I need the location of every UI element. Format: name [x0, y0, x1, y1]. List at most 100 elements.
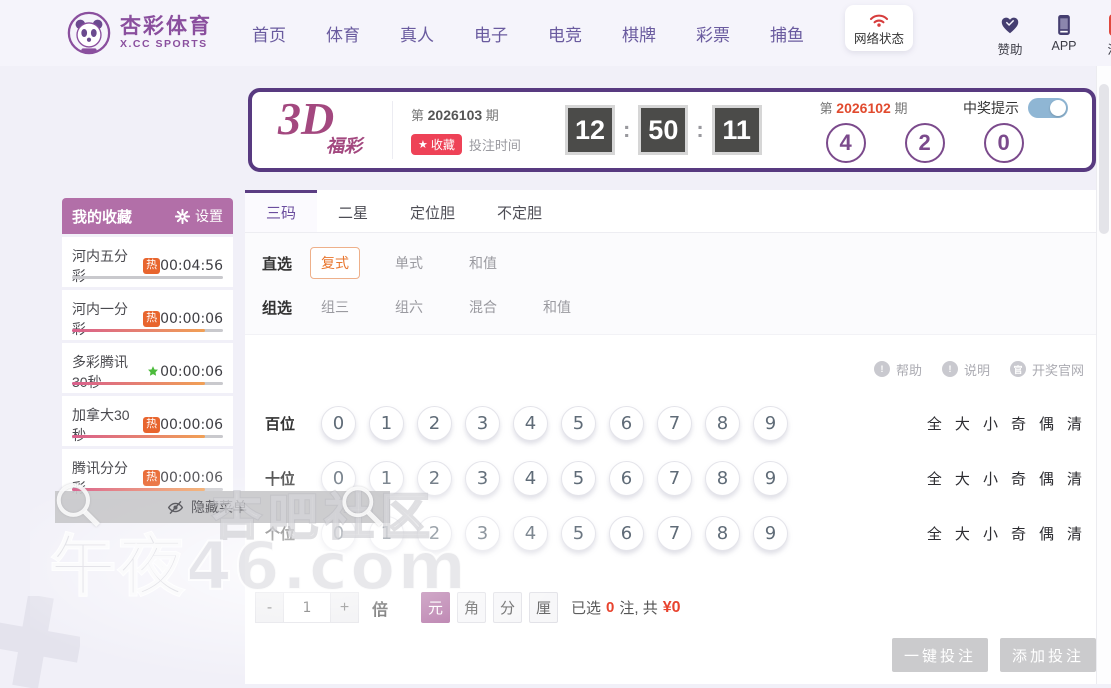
promo-button[interactable]: 活动 [1098, 14, 1111, 58]
nav-item-8[interactable]: 捕鱼 [770, 21, 804, 46]
countdown-minutes: 50 [638, 105, 688, 155]
win-tip-toggle[interactable] [1028, 98, 1068, 118]
brand[interactable]: 杏彩体育 X.CC SPORTS [66, 10, 212, 56]
tab-二星[interactable]: 二星 [317, 190, 389, 232]
favorite-badge[interactable]: ★ 收藏 [411, 134, 462, 155]
help-link-开奖官网[interactable]: 官开奖官网 [1010, 360, 1084, 379]
top-header: 杏彩体育 X.CC SPORTS 首页 体育 真人 电子 电竞 棋牌 彩票 捕鱼 网络状态 赞… [0, 0, 1111, 66]
lottery-name: 加拿大30秒 [72, 405, 138, 445]
digit-button-7[interactable]: 7 [657, 516, 692, 551]
lottery-game-logo: 3D 福彩 [270, 98, 388, 162]
quick-option-清[interactable]: 清 [1067, 468, 1082, 489]
nav-item-7[interactable]: 彩票 [696, 21, 730, 46]
digit-button-6[interactable]: 6 [609, 406, 644, 441]
unit-厘[interactable]: 厘 [529, 592, 558, 623]
quick-option-全[interactable]: 全 [927, 523, 942, 544]
tab-定位胆[interactable]: 定位胆 [389, 190, 476, 232]
lottery-item[interactable]: 加拿大30秒热00:00:06 [62, 396, 233, 446]
quick-option-清[interactable]: 清 [1067, 523, 1082, 544]
quick-option-小[interactable]: 小 [983, 413, 998, 434]
progress-bar [72, 382, 223, 385]
nav-item-3[interactable]: 真人 [400, 21, 434, 46]
nav-item-2[interactable]: 体育 [326, 21, 360, 46]
digit-button-3[interactable]: 3 [465, 516, 500, 551]
quick-option-小[interactable]: 小 [983, 468, 998, 489]
page-scrollbar[interactable] [1096, 66, 1111, 684]
digit-button-4[interactable]: 4 [513, 516, 548, 551]
quick-option-全[interactable]: 全 [927, 468, 942, 489]
digit-button-9[interactable]: 9 [753, 516, 788, 551]
digit-button-3[interactable]: 3 [465, 461, 500, 496]
hot-badge: 热 [143, 417, 160, 432]
option-和值[interactable]: 和值 [532, 291, 582, 323]
quick-option-大[interactable]: 大 [955, 413, 970, 434]
digit-button-6[interactable]: 6 [609, 461, 644, 496]
quick-option-大[interactable]: 大 [955, 468, 970, 489]
settings-button[interactable]: 设置 [175, 206, 223, 226]
quick-option-偶[interactable]: 偶 [1039, 523, 1054, 544]
digit-button-7[interactable]: 7 [657, 461, 692, 496]
digit-button-5[interactable]: 5 [561, 406, 596, 441]
option-和值[interactable]: 和值 [458, 247, 508, 279]
option-复式[interactable]: 复式 [310, 247, 360, 279]
network-status-button[interactable]: 网络状态 [845, 5, 913, 51]
digit-button-4[interactable]: 4 [513, 406, 548, 441]
scrollbar-thumb[interactable] [1099, 84, 1109, 234]
digit-button-8[interactable]: 8 [705, 406, 740, 441]
help-link-帮助[interactable]: !帮助 [874, 360, 922, 379]
digit-button-2[interactable]: 2 [417, 461, 452, 496]
multiplier-input[interactable] [284, 592, 330, 623]
option-组三[interactable]: 组三 [310, 291, 360, 323]
tab-不定胆[interactable]: 不定胆 [476, 190, 563, 232]
unit-元[interactable]: 元 [421, 592, 450, 623]
help-link-说明[interactable]: !说明 [942, 360, 990, 379]
quick-option-奇[interactable]: 奇 [1011, 523, 1026, 544]
sponsor-heart-icon [998, 14, 1022, 36]
unit-角[interactable]: 角 [457, 592, 486, 623]
hide-menu-bar[interactable]: 隐藏菜单 [55, 491, 390, 523]
multiplier-decrease-button[interactable]: - [255, 592, 284, 623]
quick-option-清[interactable]: 清 [1067, 413, 1082, 434]
multiplier-increase-button[interactable]: + [330, 592, 359, 623]
quick-option-偶[interactable]: 偶 [1039, 413, 1054, 434]
lottery-item[interactable]: 多彩腾讯30秒00:00:06 [62, 343, 233, 393]
quick-option-大[interactable]: 大 [955, 523, 970, 544]
lottery-item[interactable]: 河内五分彩热00:04:56 [62, 237, 233, 287]
digit-button-8[interactable]: 8 [705, 516, 740, 551]
promo-label: 活动 [1107, 39, 1111, 58]
logo-fucai-text: 福彩 [326, 132, 362, 158]
digit-button-5[interactable]: 5 [561, 461, 596, 496]
digit-button-9[interactable]: 9 [753, 406, 788, 441]
unit-分[interactable]: 分 [493, 592, 522, 623]
digit-button-6[interactable]: 6 [609, 516, 644, 551]
digit-button-7[interactable]: 7 [657, 406, 692, 441]
lottery-item[interactable]: 河内一分彩热00:00:06 [62, 290, 233, 340]
app-button[interactable]: APP [1048, 14, 1080, 53]
quick-option-偶[interactable]: 偶 [1039, 468, 1054, 489]
digit-button-3[interactable]: 3 [465, 406, 500, 441]
quick-option-奇[interactable]: 奇 [1011, 413, 1026, 434]
nav-item-5[interactable]: 电竞 [548, 21, 582, 46]
nav-item-4[interactable]: 电子 [474, 21, 508, 46]
option-组六[interactable]: 组六 [384, 291, 434, 323]
quick-option-奇[interactable]: 奇 [1011, 468, 1026, 489]
digit-button-9[interactable]: 9 [753, 461, 788, 496]
digit-button-4[interactable]: 4 [513, 461, 548, 496]
digit-button-2[interactable]: 2 [417, 406, 452, 441]
last-result-digit-1: 4 [826, 123, 866, 163]
quick-option-全[interactable]: 全 [927, 413, 942, 434]
digit-button-2[interactable]: 2 [417, 516, 452, 551]
nav-item-6[interactable]: 棋牌 [622, 21, 656, 46]
tab-三码[interactable]: 三码 [245, 190, 317, 232]
digit-button-1[interactable]: 1 [369, 406, 404, 441]
digit-button-0[interactable]: 0 [321, 406, 356, 441]
quick-option-小[interactable]: 小 [983, 523, 998, 544]
option-混合[interactable]: 混合 [458, 291, 508, 323]
digit-button-5[interactable]: 5 [561, 516, 596, 551]
quick-bet-button[interactable]: 一键投注 [892, 638, 988, 672]
add-bet-button[interactable]: 添加投注 [1000, 638, 1096, 672]
sponsor-button[interactable]: 赞助 [992, 14, 1028, 58]
option-单式[interactable]: 单式 [384, 247, 434, 279]
digit-button-8[interactable]: 8 [705, 461, 740, 496]
nav-item-1[interactable]: 首页 [252, 21, 286, 46]
